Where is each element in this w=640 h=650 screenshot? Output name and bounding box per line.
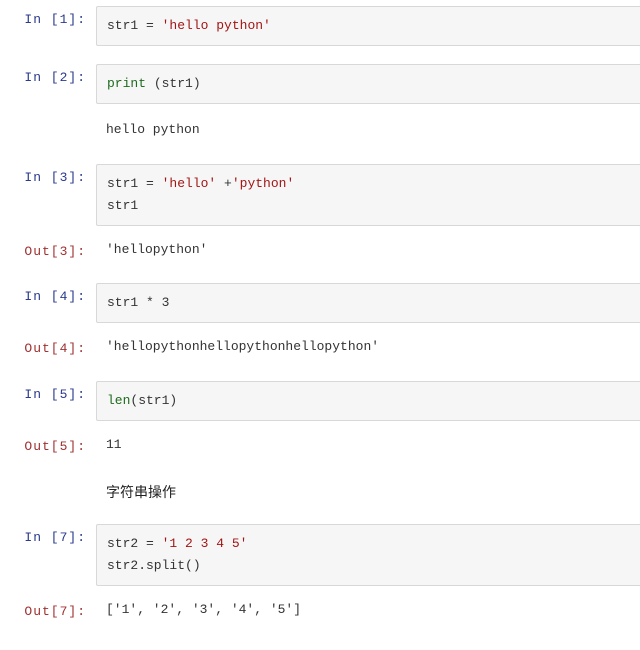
code-input[interactable]: print (str1)	[96, 64, 640, 104]
notebook-container: In [1]:str1 = 'hello python'In [2]:print…	[0, 6, 640, 626]
execute-result: 'hellopythonhellopythonhellopython'	[96, 331, 640, 362]
markdown-cell: 字符串操作	[0, 478, 640, 506]
input-prompt: In [3]:	[0, 164, 96, 185]
execute-result: ['1', '2', '3', '4', '5']	[96, 594, 640, 625]
stdout-output: hello python	[96, 114, 640, 145]
input-prompt: In [7]:	[0, 524, 96, 545]
markdown-text: 字符串操作	[96, 478, 640, 506]
code-cell: In [2]:print (str1) hello python	[0, 64, 640, 145]
code-cell: In [4]:str1 * 3Out[4]:'hellopythonhellop…	[0, 283, 640, 362]
input-prompt: In [1]:	[0, 6, 96, 27]
output-prompt: Out[3]:	[0, 234, 96, 263]
execute-result: 11	[96, 429, 640, 460]
input-prompt: In [2]:	[0, 64, 96, 85]
code-cell: In [7]:str2 = '1 2 3 4 5' str2.split()Ou…	[0, 524, 640, 626]
code-cell: In [1]:str1 = 'hello python'	[0, 6, 640, 46]
code-input[interactable]: str1 = 'hello' +'python' str1	[96, 164, 640, 226]
code-input[interactable]: str2 = '1 2 3 4 5' str2.split()	[96, 524, 640, 586]
code-cell: In [5]:len(str1)Out[5]:11	[0, 381, 640, 460]
code-input[interactable]: str1 * 3	[96, 283, 640, 323]
code-cell: In [3]:str1 = 'hello' +'python' str1Out[…	[0, 164, 640, 266]
prompt-empty	[0, 114, 96, 120]
execute-result: 'hellopython'	[96, 234, 640, 265]
prompt-empty	[0, 478, 96, 484]
output-prompt: Out[4]:	[0, 331, 96, 360]
input-prompt: In [4]:	[0, 283, 96, 304]
output-prompt: Out[5]:	[0, 429, 96, 458]
code-input[interactable]: str1 = 'hello python'	[96, 6, 640, 46]
input-prompt: In [5]:	[0, 381, 96, 402]
output-prompt: Out[7]:	[0, 594, 96, 623]
code-input[interactable]: len(str1)	[96, 381, 640, 421]
